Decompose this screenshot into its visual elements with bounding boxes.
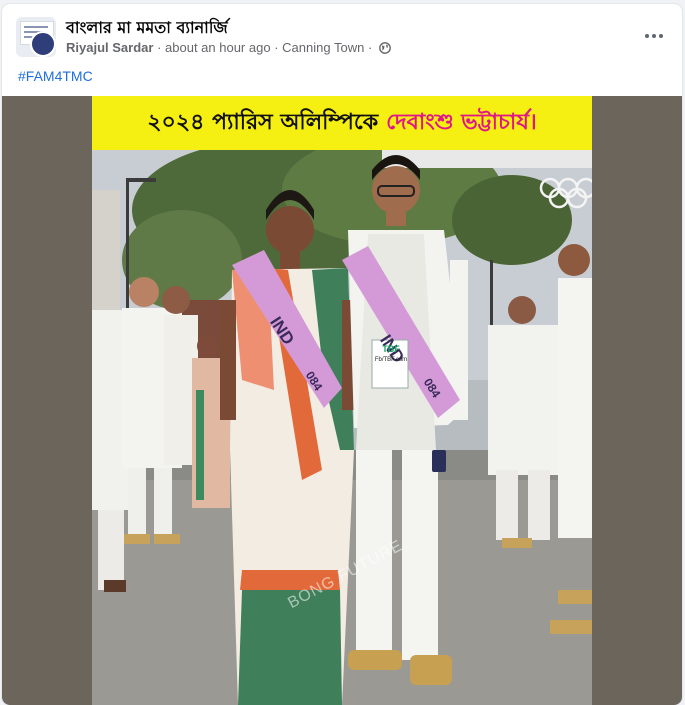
author-name[interactable]: Riyajul Sardar (66, 40, 153, 55)
badge-label: TBF Fb/TBF.com (373, 344, 409, 366)
more-options-button[interactable] (640, 22, 668, 50)
post-location[interactable]: Canning Town (282, 40, 364, 55)
hashtag-link[interactable]: #FAM4TMC (18, 68, 93, 84)
globe-icon[interactable] (379, 42, 391, 54)
post-time[interactable]: about an hour ago (165, 40, 271, 55)
photo-scene (92, 150, 592, 705)
post-media[interactable]: ২০২৪ প্যারিস অলিম্পিকে দেবাংশু ভট্টাচার্… (2, 96, 682, 705)
banner-highlight-text: দেবাংশু ভট্টাচার্য। (386, 109, 537, 135)
photo-banner: ২০২৪ প্যারিস অলিম্পিকে দেবাংশু ভট্টাচার্… (92, 96, 592, 150)
meta-separator: · (157, 40, 162, 55)
group-avatar[interactable] (16, 17, 56, 57)
meta-separator: · (274, 40, 279, 55)
author-avatar[interactable] (30, 31, 56, 57)
post-header: বাংলার মা মমতা ব্যানার্জি Riyajul Sardar… (2, 4, 682, 64)
post-card: বাংলার মা মমতা ব্যানার্জি Riyajul Sardar… (2, 4, 682, 705)
post-meta: Riyajul Sardar · about an hour ago · Can… (66, 40, 391, 55)
banner-text: ২০২৪ প্যারিস অলিম্পিকে (147, 109, 379, 135)
post-photo[interactable]: ২০২৪ প্যারিস অলিম্পিকে দেবাংশু ভট্টাচার্… (92, 96, 592, 705)
badge-brand: TBF (382, 344, 400, 354)
meta-separator: · (367, 40, 373, 55)
group-name[interactable]: বাংলার মা মমতা ব্যানার্জি (66, 15, 228, 42)
badge-handle: Fb/TBF.com (374, 357, 408, 363)
